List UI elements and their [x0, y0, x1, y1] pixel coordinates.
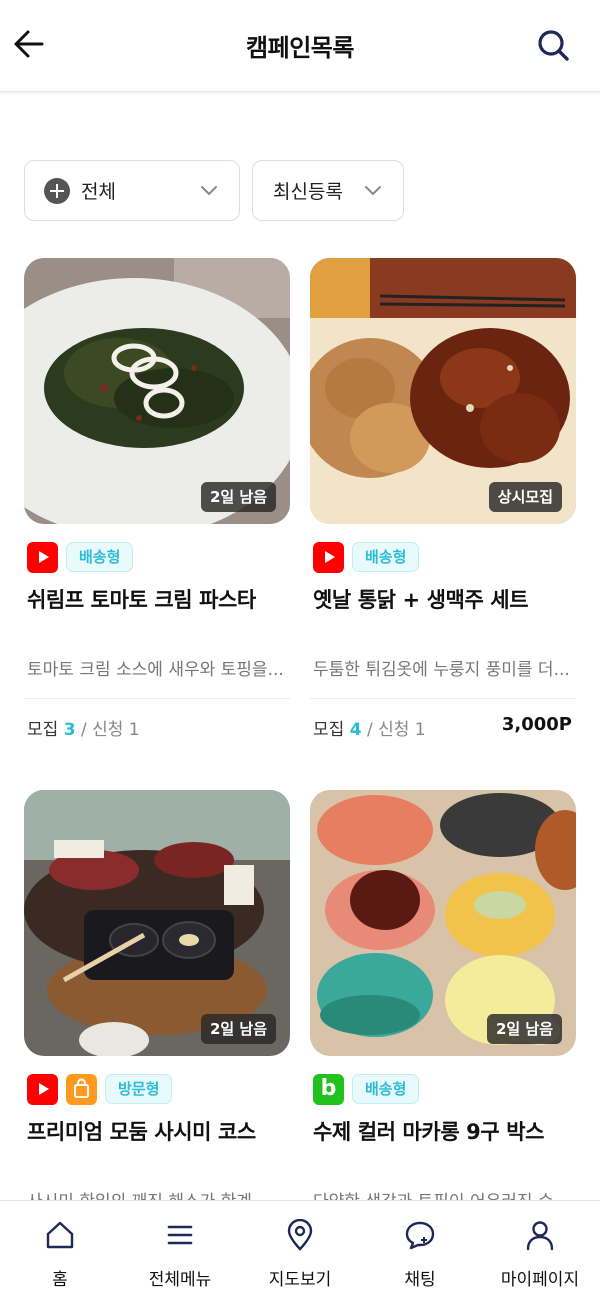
nav-chat-label: 채팅	[404, 1270, 436, 1290]
campaign-name[interactable]: 프리미엄 모둠 사시미 코스	[27, 1116, 256, 1146]
menu-icon	[167, 1225, 193, 1245]
sort-filter-dropdown[interactable]: 최신등록	[252, 160, 404, 221]
campaign-thumbnail[interactable]: 2일 남음	[24, 790, 290, 1056]
recruit-label: 모집	[313, 720, 345, 740]
apply-count: / 신청 1	[80, 720, 140, 740]
nav-menu[interactable]: 전체메뉴	[120, 1201, 240, 1298]
campaign-name[interactable]: 쉬림프 토마토 크림 파스타	[27, 584, 256, 614]
divider	[310, 698, 576, 699]
campaign-thumbnail[interactable]: 2일 남음	[310, 790, 576, 1056]
nav-map-label: 지도보기	[268, 1270, 332, 1290]
user-icon	[526, 1221, 554, 1251]
chat-icon	[405, 1221, 435, 1250]
nav-chat[interactable]: 채팅	[360, 1201, 480, 1298]
campaign-tags: 방문형	[27, 1073, 173, 1105]
recruit-badge: 상시모집	[488, 482, 562, 512]
campaign-tags: b 배송형	[313, 1073, 420, 1105]
campaign-type-badge: 배송형	[66, 542, 134, 572]
campaign-type-badge: 방문형	[105, 1074, 173, 1104]
page-title: 캠페인목록	[246, 34, 354, 62]
blog-icon: b	[313, 1073, 344, 1105]
recruit-count: 3	[63, 720, 76, 740]
recruit-count: 4	[349, 720, 362, 740]
apply-count: / 신청 1	[366, 720, 426, 740]
category-filter-label: 전체	[81, 181, 116, 203]
app-header: 캠페인목록	[0, 0, 600, 92]
home-icon	[46, 1221, 74, 1249]
recruit-status: 모집 3 / 신청 1	[27, 715, 140, 740]
campaign-type-badge: 배송형	[352, 1074, 420, 1104]
campaign-description: 토마토 크림 소스에 새우와 토핑을...	[27, 660, 284, 680]
campaign-tags: 배송형	[313, 541, 420, 573]
shopping-bag-icon	[66, 1073, 97, 1105]
nav-mypage-label: 마이페이지	[500, 1270, 580, 1290]
campaign-thumbnail[interactable]: 2일 남음	[24, 258, 290, 524]
plus-circle-icon	[44, 177, 70, 204]
youtube-icon	[27, 1073, 58, 1105]
map-pin-icon	[287, 1219, 313, 1251]
campaign-thumbnail[interactable]: 상시모집	[310, 258, 576, 524]
category-filter-dropdown[interactable]: 전체	[24, 160, 240, 221]
deadline-badge: 2일 남음	[486, 1014, 562, 1044]
campaign-name[interactable]: 수제 컬러 마카롱 9구 박스	[313, 1116, 544, 1146]
chevron-down-icon	[365, 186, 381, 196]
campaign-description: 두툼한 튀김옷에 누룽지 풍미를 더...	[313, 660, 570, 680]
chevron-down-icon	[201, 186, 217, 196]
sort-filter-label: 최신등록	[273, 181, 343, 203]
campaign-name[interactable]: 옛날 통닭 + 생맥주 세트	[313, 584, 529, 614]
nav-home[interactable]: 홈	[0, 1201, 120, 1298]
nav-map[interactable]: 지도보기	[240, 1201, 360, 1298]
nav-menu-label: 전체메뉴	[148, 1270, 212, 1290]
search-icon[interactable]	[536, 28, 570, 62]
divider	[24, 698, 290, 699]
youtube-icon	[27, 541, 58, 573]
recruit-status: 모집 4 / 신청 1	[313, 715, 426, 740]
reward-points: 3,000P	[501, 714, 572, 735]
nav-home-label: 홈	[52, 1270, 68, 1290]
campaign-tags: 배송형	[27, 541, 134, 573]
campaign-type-badge: 배송형	[352, 542, 420, 572]
youtube-icon	[313, 541, 344, 573]
deadline-badge: 2일 남음	[200, 482, 276, 512]
nav-mypage[interactable]: 마이페이지	[480, 1201, 600, 1298]
recruit-label: 모집	[27, 720, 59, 740]
deadline-badge: 2일 남음	[200, 1014, 276, 1044]
bottom-navigation: 홈 전체메뉴 지도보기 채팅 마이페이지	[0, 1200, 600, 1298]
